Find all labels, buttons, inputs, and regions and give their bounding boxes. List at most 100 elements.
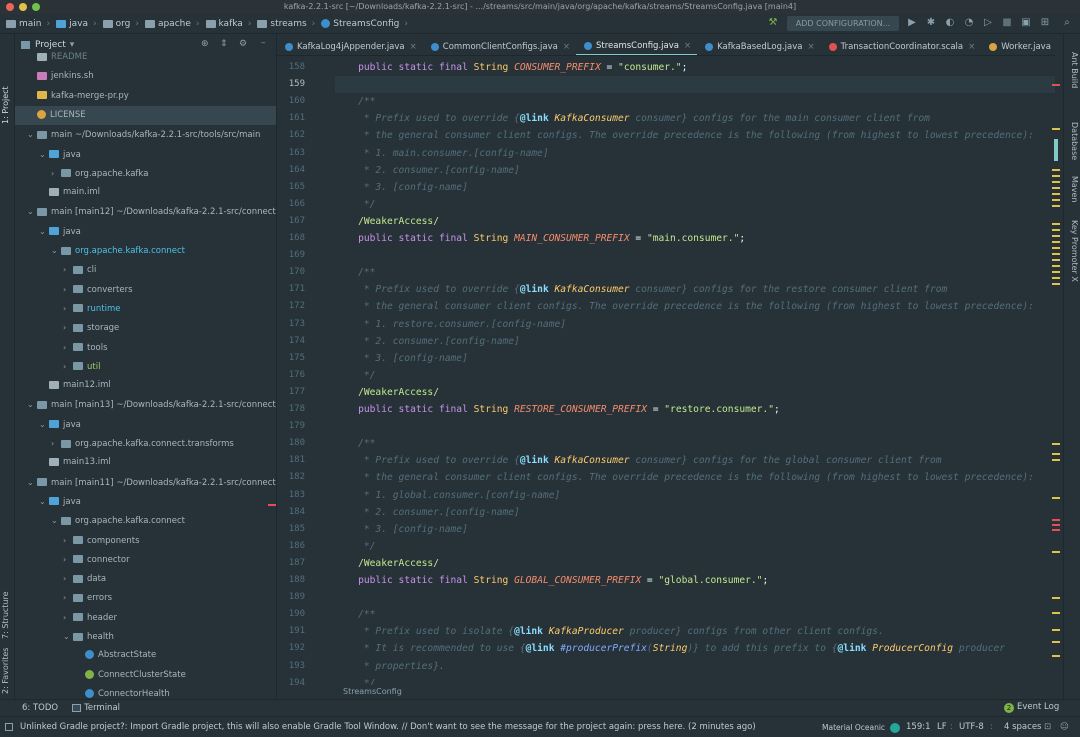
chevron-right-icon[interactable]: › — [51, 434, 61, 453]
tree-item[interactable]: ⌄ main ~/Downloads/kafka-2.2.1-src/tools/… — [15, 125, 276, 144]
project-tool-window-button[interactable]: 1: Project — [1, 86, 10, 124]
nav-crumb-streamsconfig[interactable]: StreamsConfig › — [321, 19, 408, 29]
run-dashboard-icon[interactable]: ▷ — [983, 18, 993, 28]
stripe-mark[interactable] — [1052, 453, 1060, 455]
add-configuration-button[interactable]: ADD CONFIGURATION... — [787, 16, 899, 31]
inspector-icon[interactable]: ☺ — [1060, 717, 1069, 737]
event-log-button[interactable]: Event Log — [1017, 702, 1059, 712]
file-encoding[interactable]: UTF-8 — [959, 717, 984, 737]
stripe-mark[interactable] — [1052, 241, 1060, 243]
code-line[interactable]: * 3. [config-name] — [335, 350, 468, 367]
nav-crumb-apache[interactable]: apache › — [144, 19, 200, 29]
stripe-mark[interactable] — [1052, 128, 1060, 130]
editor-tab[interactable]: TransactionCoordinator.scala × — [821, 38, 982, 55]
hide-panel-icon[interactable]: – — [261, 38, 266, 48]
line-separator[interactable]: LF — [937, 717, 947, 737]
code-line[interactable]: * Prefix used to override {@link KafkaCo… — [335, 281, 947, 298]
tree-item[interactable]: › runtime — [15, 299, 276, 318]
chevron-down-icon[interactable]: ⌄ — [63, 627, 73, 646]
ant-build-tool-button[interactable]: Ant Build — [1070, 52, 1079, 88]
chevron-right-icon[interactable]: › — [63, 531, 73, 550]
code-line[interactable]: * Prefix used to override {@link KafkaCo… — [335, 452, 942, 469]
stripe-mark[interactable] — [1052, 253, 1060, 255]
lock-icon[interactable]: ⊡ — [1044, 717, 1051, 737]
stripe-mark[interactable] — [1052, 443, 1060, 445]
nav-crumb-kafka[interactable]: kafka › — [205, 19, 251, 29]
tree-item[interactable]: README — [15, 48, 276, 67]
code-line[interactable]: */ — [335, 675, 376, 685]
stripe-mark[interactable] — [1052, 597, 1060, 599]
stripe-mark[interactable] — [1052, 497, 1060, 499]
stripe-mark[interactable] — [1054, 139, 1058, 161]
chevron-down-icon[interactable]: ⌄ — [39, 222, 49, 241]
editor-tab[interactable]: KafkaLog4jAppender.java × — [277, 38, 423, 55]
toggle-tool-windows-icon[interactable] — [5, 723, 13, 731]
code-line[interactable]: * 2. consumer.[config-name] — [335, 162, 520, 179]
code-line[interactable]: * Prefix used to isolate {@link KafkaPro… — [335, 623, 884, 640]
stripe-mark[interactable] — [1052, 259, 1060, 261]
error-stripe[interactable] — [1052, 57, 1062, 685]
maven-tool-button[interactable]: Maven — [1070, 176, 1079, 203]
code-editor[interactable]: public static final String CONSUMER_PREF… — [335, 57, 1055, 685]
search-icon[interactable]: ⌕ — [1062, 18, 1072, 28]
hammer-build-icon[interactable]: ⚒ — [768, 18, 778, 28]
terminal-tool-button[interactable]: Terminal — [84, 703, 120, 713]
structure-tool-window-button[interactable]: 7: Structure — [1, 591, 10, 639]
tree-item[interactable]: jenkins.sh — [15, 67, 276, 86]
chevron-right-icon[interactable]: › — [63, 608, 73, 627]
chevron-right-icon[interactable]: › — [63, 280, 73, 299]
chevron-down-icon[interactable]: ⌄ — [27, 473, 37, 492]
code-line[interactable]: * the general consumer client configs. T… — [335, 469, 1034, 486]
chevron-down-icon[interactable]: ⌄ — [27, 202, 37, 221]
stripe-mark[interactable] — [1052, 175, 1060, 177]
tree-item[interactable]: › data — [15, 569, 276, 588]
run-icon[interactable]: ▶ — [907, 18, 917, 28]
stripe-mark[interactable] — [1052, 181, 1060, 183]
chevron-down-icon[interactable]: ⌄ — [51, 511, 61, 530]
stripe-mark[interactable] — [1052, 187, 1060, 189]
caret-position[interactable]: 159:1 — [906, 717, 931, 737]
code-line[interactable]: public static final String RESTORE_CONSU… — [335, 401, 780, 418]
tree-item[interactable]: › converters — [15, 280, 276, 299]
code-line[interactable]: * the general consumer client configs. T… — [335, 298, 1034, 315]
code-line[interactable]: /WeakerAccess/ — [335, 384, 439, 401]
tree-item[interactable]: › cli — [15, 260, 276, 279]
key-promoter-tool-button[interactable]: Key Promoter X — [1070, 220, 1079, 282]
indent-setting[interactable]: 4 spaces — [1004, 717, 1041, 737]
chevron-right-icon[interactable]: › — [63, 260, 73, 279]
code-line[interactable]: public static final String MAIN_CONSUMER… — [335, 230, 745, 247]
tree-item[interactable]: › connector — [15, 550, 276, 569]
tree-item[interactable]: ⌄ java — [15, 222, 276, 241]
tree-item[interactable]: › util — [15, 357, 276, 376]
tree-item[interactable]: ⌄ org.apache.kafka.connect — [15, 511, 276, 530]
tree-item[interactable]: ⌄ org.apache.kafka.connect — [15, 241, 276, 260]
stripe-mark[interactable] — [1052, 641, 1060, 643]
code-line[interactable]: * Prefix used to override {@link KafkaCo… — [335, 110, 930, 127]
tree-item[interactable]: LICENSE — [15, 105, 276, 125]
chevron-right-icon[interactable]: › — [63, 588, 73, 607]
code-line[interactable]: public static final String GLOBAL_CONSUM… — [335, 572, 768, 589]
chevron-right-icon[interactable]: › — [51, 164, 61, 183]
code-line[interactable]: * 1. main.consumer.[config-name] — [335, 145, 549, 162]
tree-item[interactable]: ⌄ main [main12] ~/Downloads/kafka-2.2.1-s… — [15, 202, 276, 221]
coverage-icon[interactable]: ◐ — [945, 18, 955, 28]
chevron-right-icon[interactable]: › — [63, 569, 73, 588]
code-line[interactable]: */ — [335, 196, 376, 213]
nav-crumb-java[interactable]: java › — [56, 19, 97, 29]
nav-crumb-main[interactable]: main › — [6, 19, 50, 29]
chevron-right-icon[interactable]: › — [63, 299, 73, 318]
code-line[interactable]: /** — [335, 435, 375, 452]
tree-item[interactable]: › components — [15, 531, 276, 550]
stripe-mark[interactable] — [1052, 529, 1060, 531]
stripe-mark[interactable] — [1052, 229, 1060, 231]
tree-item[interactable]: AbstractState — [15, 646, 276, 665]
close-tab-icon[interactable]: × — [684, 41, 691, 51]
code-line[interactable]: /WeakerAccess/ — [335, 213, 439, 230]
stripe-mark[interactable] — [1052, 283, 1060, 285]
code-line[interactable]: * properties}. — [335, 658, 445, 675]
chevron-down-icon[interactable]: ⌄ — [27, 125, 37, 144]
code-line[interactable]: * 1. global.consumer.[config-name] — [335, 487, 560, 504]
chevron-down-icon[interactable]: ⌄ — [39, 145, 49, 164]
tree-item[interactable]: main13.iml — [15, 453, 276, 472]
stripe-mark[interactable] — [1052, 524, 1060, 526]
